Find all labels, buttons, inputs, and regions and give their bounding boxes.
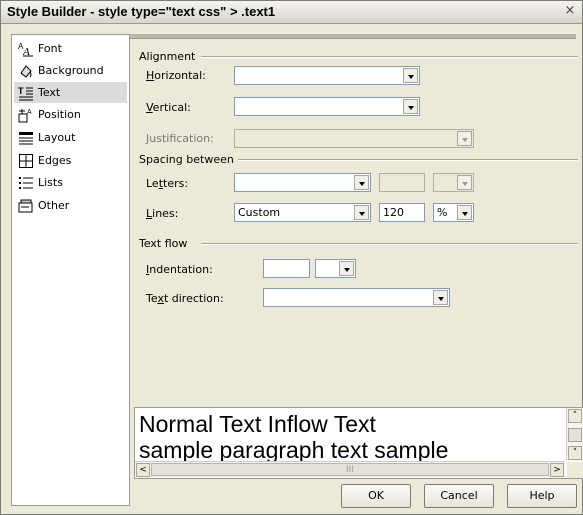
other-icon (18, 199, 33, 212)
lines-amount-input[interactable]: 120 (379, 203, 425, 222)
justification-label: Justification: (146, 132, 214, 145)
sidebar-item-label: Position (38, 108, 81, 121)
scroll-up-button[interactable]: ˄ (568, 409, 582, 423)
vertical-label: Vertical: (146, 101, 191, 114)
letters-select[interactable] (234, 173, 371, 192)
sidebar-item-label: Text (38, 86, 61, 99)
window-title: Style Builder - style type="text css" > … (7, 4, 276, 19)
indentation-label: Indentation: (146, 263, 213, 276)
letters-label: Letters: (146, 177, 189, 190)
ok-button[interactable]: OK (341, 484, 411, 508)
lines-label: Lines: (146, 207, 179, 220)
cancel-button[interactable]: Cancel (424, 484, 494, 508)
chevron-right-icon: > (553, 465, 561, 475)
horizontal-scrollbar[interactable]: < III > (135, 461, 565, 478)
scroll-right-button[interactable]: > (550, 463, 564, 477)
category-list: A A Font Background T Text A Position La… (11, 34, 130, 506)
layout-icon (19, 131, 33, 144)
lines-unit-select[interactable]: % (433, 203, 474, 222)
textflow-group-label: Text flow (139, 237, 192, 250)
sidebar-item-label: Edges (38, 154, 72, 167)
chevron-down-icon[interactable] (403, 68, 418, 83)
lines-select[interactable]: Custom (234, 203, 371, 222)
edges-icon (19, 153, 33, 168)
text-direction-label: Text direction: (146, 292, 224, 305)
lists-icon (19, 176, 33, 189)
vertical-scrollbar[interactable]: ˄ ˅ (566, 408, 583, 461)
background-icon (20, 64, 32, 78)
indentation-input[interactable] (263, 259, 310, 278)
horizontal-scroll-thumb[interactable]: III (151, 463, 549, 476)
sidebar-item-edges[interactable]: Edges (14, 150, 127, 171)
sidebar-item-other[interactable]: Other (14, 195, 127, 216)
vertical-scroll-thumb[interactable] (568, 428, 582, 442)
sidebar-item-lists[interactable]: Lists (14, 172, 127, 193)
sidebar-item-label: Other (38, 199, 70, 212)
lines-amount-value: 120 (383, 206, 404, 219)
letters-amount-input (379, 173, 425, 192)
svg-text:T: T (18, 86, 24, 96)
chevron-down-icon[interactable] (433, 290, 448, 305)
scroll-down-button[interactable]: ˅ (568, 446, 582, 460)
chevron-down-icon[interactable] (354, 205, 369, 220)
scroll-left-button[interactable]: < (136, 463, 150, 477)
close-icon[interactable]: × (563, 4, 577, 18)
chevron-left-icon: < (139, 465, 147, 475)
chevron-down-icon: ˅ (572, 448, 578, 458)
help-button[interactable]: Help (507, 484, 577, 508)
grip-icon: III (346, 465, 354, 475)
chevron-down-icon[interactable] (403, 99, 418, 114)
preview-text-line: sample paragraph text sample (139, 437, 449, 463)
indentation-unit-select[interactable] (315, 259, 356, 278)
preview-pane: Normal Text Inflow Text sample paragraph… (134, 407, 583, 479)
sidebar-item-label: Font (38, 42, 62, 55)
sidebar-item-layout[interactable]: Layout (14, 127, 127, 148)
chevron-down-icon[interactable] (457, 205, 472, 220)
text-direction-select[interactable] (263, 288, 450, 307)
sidebar-item-label: Lists (38, 176, 63, 189)
svg-text:A: A (22, 46, 30, 57)
sidebar-item-background[interactable]: Background (14, 60, 127, 81)
title-bar[interactable]: Style Builder - style type="text css" > … (1, 1, 582, 24)
svg-text:A: A (27, 109, 32, 116)
scrollbar-corner (567, 462, 583, 478)
letters-unit-select (433, 173, 474, 192)
alignment-divider (201, 56, 578, 58)
spacing-group-label: Spacing between (139, 153, 238, 166)
chevron-down-icon (457, 175, 472, 190)
spacing-divider (236, 159, 578, 161)
text-icon: T (18, 86, 33, 100)
chevron-down-icon[interactable] (339, 261, 354, 276)
justification-select (234, 129, 474, 148)
position-icon: A (18, 108, 32, 122)
sidebar-item-label: Layout (38, 131, 76, 144)
horizontal-label: Horizontal: (146, 69, 206, 82)
alignment-group-label: Alignment (139, 50, 200, 63)
font-icon: A A (18, 42, 33, 57)
page-header-bar (130, 34, 576, 39)
sidebar-item-position[interactable]: A Position (14, 104, 127, 125)
vertical-select[interactable] (234, 97, 420, 116)
sidebar-item-text[interactable]: T Text (14, 82, 127, 103)
style-builder-window: Style Builder - style type="text css" > … (0, 0, 583, 515)
sidebar-item-label: Background (38, 64, 104, 77)
lines-unit-value: % (437, 206, 448, 219)
lines-value: Custom (238, 206, 281, 219)
chevron-down-icon[interactable] (354, 175, 369, 190)
textflow-divider (201, 243, 578, 245)
chevron-down-icon (457, 131, 472, 146)
preview-text-line: Normal Text Inflow Text (139, 411, 376, 437)
horizontal-select[interactable] (234, 66, 420, 85)
sidebar-item-font[interactable]: A A Font (14, 38, 127, 59)
chevron-up-icon: ˄ (572, 411, 578, 421)
